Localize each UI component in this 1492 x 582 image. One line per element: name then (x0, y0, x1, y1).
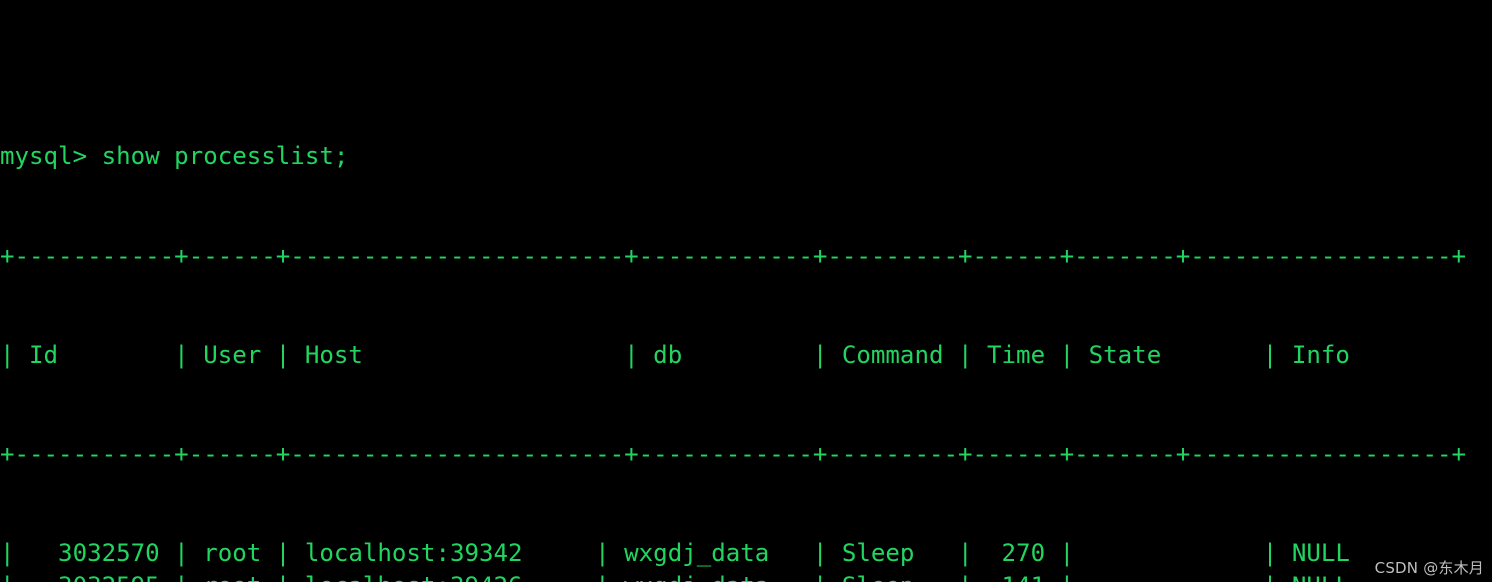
table-body: | 3032570 | root | localhost:39342 | wxg… (0, 537, 1492, 582)
csdn-watermark: CSDN @东木月 (1374, 559, 1484, 577)
table-separator-header: +-----------+------+--------------------… (0, 440, 1467, 468)
table-row: | 3032570 | root | localhost:39342 | wxg… (0, 539, 1492, 567)
table-header-row: | Id | User | Host | db | Command | Time… (0, 341, 1492, 369)
table-separator-top: +-----------+------+--------------------… (0, 242, 1467, 270)
table-row: | 3032595 | root | localhost:39426 | wxg… (0, 570, 1492, 582)
mysql-prompt-line: mysql> show processlist; (0, 142, 349, 170)
top-spacer (0, 66, 1492, 72)
terminal-output[interactable]: mysql> show processlist; +-----------+--… (0, 0, 1492, 582)
